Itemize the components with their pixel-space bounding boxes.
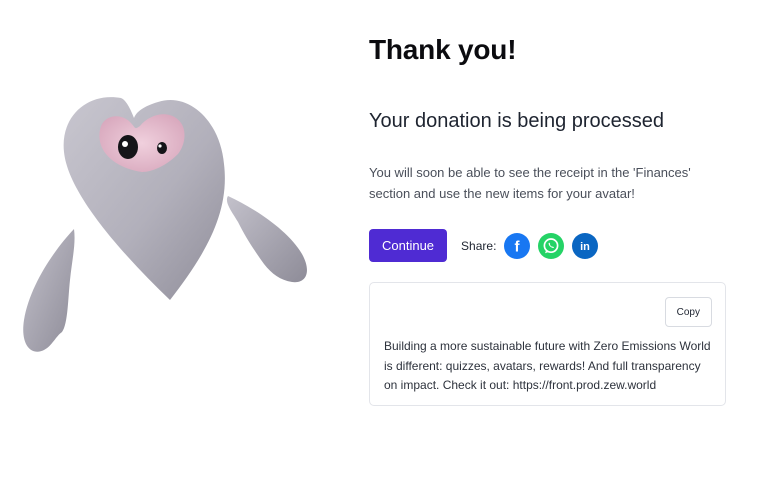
action-row: Continue Share: f in [369,229,599,262]
heart-mascot-illustration [18,88,318,363]
whatsapp-icon [538,233,564,259]
status-subtitle: Your donation is being processed [369,110,665,132]
facebook-icon: f [504,233,530,259]
receipt-description: You will soon be able to see the receipt… [369,165,691,201]
linkedin-icon: in [572,233,598,259]
facebook-share-button[interactable]: f [504,232,531,259]
whatsapp-share-button[interactable] [538,232,565,259]
svg-text:f: f [515,238,521,255]
share-label: Share: [461,238,497,253]
svg-text:in: in [581,241,591,253]
linkedin-share-button[interactable]: in [572,232,599,259]
share-message-text: Building a more sustainable future with … [384,339,711,392]
thank-you-page: Thank you! Your donation is being proces… [0,0,768,477]
copy-button[interactable]: Copy [664,297,712,327]
share-message-box: Copy Building a more sustainable future … [369,282,726,406]
page-title: Thank you! [369,34,517,65]
continue-button[interactable]: Continue [369,229,448,262]
